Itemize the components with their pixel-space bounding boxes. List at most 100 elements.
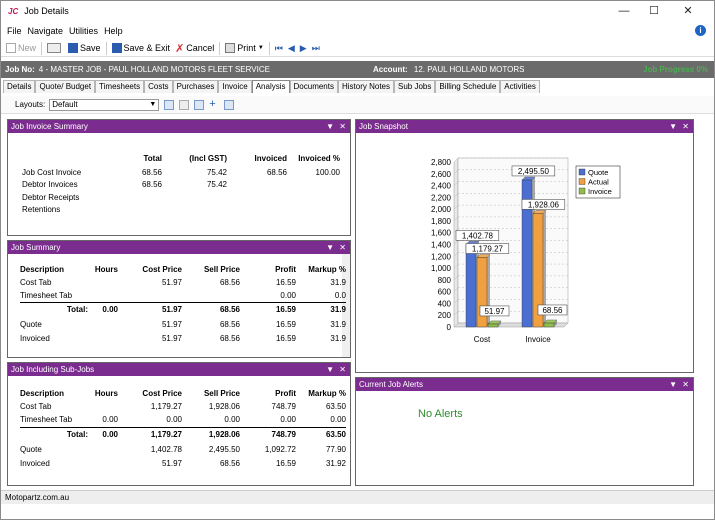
tab-costs[interactable]: Costs [144, 80, 173, 93]
last-record-icon[interactable]: ⏭ [312, 43, 320, 54]
new-button[interactable]: New [6, 43, 36, 53]
column-header: Cost Price [142, 265, 182, 274]
cell [227, 179, 287, 192]
y-tick-label: 800 [438, 276, 452, 285]
panel-close-icon[interactable]: ✕ [339, 363, 346, 376]
menu-file[interactable]: File [7, 26, 22, 36]
tab-history-notes[interactable]: History Notes [337, 80, 394, 93]
bar-invoice [543, 322, 555, 328]
help-icon[interactable]: i [695, 25, 706, 36]
toolbar-divider [41, 41, 43, 55]
panel-title: Job Including Sub-Jobs [11, 365, 95, 374]
table-header-row: Total (Incl GST) Invoiced Invoiced % [22, 151, 340, 166]
layouts-select[interactable]: Default ▼ [49, 98, 160, 111]
cell [287, 179, 340, 192]
panel-close-icon[interactable]: ✕ [339, 120, 346, 133]
y-tick-label: 2,000 [431, 205, 452, 214]
minimize-icon[interactable]: — [609, 1, 639, 21]
table-row: Quote 51.97 68.56 16.59 31.9 [20, 319, 346, 329]
tab-strip: Details Quote/ Budget Timesheets Costs P… [3, 80, 540, 93]
y-tick-label: 1,600 [431, 229, 452, 238]
panel-menu-icon[interactable]: ▼ [326, 363, 334, 376]
column-header: Sell Price [203, 388, 240, 398]
print-icon [225, 43, 236, 53]
legend-label: Actual [588, 178, 609, 187]
menu-bar: File Navigate Utilities Help [1, 23, 714, 39]
tab-invoice[interactable]: Invoice [218, 80, 252, 93]
column-header: Markup % [308, 265, 346, 274]
column-header: Description [20, 388, 65, 398]
status-bar: Motopartz.com.au [1, 490, 714, 504]
save-exit-icon [111, 43, 122, 53]
table-row: Invoiced 51.97 68.56 16.59 31.9 [20, 333, 346, 343]
table-row: Timesheet Tab 0.00 0.00 0.00 0.00 0.00 [20, 413, 346, 427]
cell: 75.42 [206, 167, 227, 177]
column-header: (Incl GST) [189, 154, 227, 163]
panel-close-icon[interactable]: ✕ [682, 120, 689, 133]
tab-quote-budget[interactable]: Quote/ Budget [35, 80, 96, 93]
menu-utilities[interactable]: Utilities [69, 26, 98, 36]
menu-help[interactable]: Help [104, 26, 123, 36]
tab-documents[interactable]: Documents [289, 80, 338, 93]
title-bar: JC Job Details — ☐ ✕ [1, 1, 714, 21]
add-widget-icon[interactable]: + [209, 98, 219, 110]
account-value: 12. PAUL HOLLAND MOTORS [413, 65, 525, 74]
panel-menu-icon[interactable]: ▼ [326, 120, 334, 133]
menu-navigate[interactable]: Navigate [28, 26, 64, 36]
tab-details[interactable]: Details [3, 80, 36, 93]
panel-close-icon[interactable]: ✕ [682, 378, 689, 391]
job-snapshot-chart: 0 200 400 600 800 1,000 1,200 1,400 1,600 1,800 2,… [431, 157, 621, 344]
data-label: 51.97 [484, 307, 505, 316]
delete-layout-icon[interactable] [179, 99, 190, 110]
tab-timesheets[interactable]: Timesheets [95, 80, 145, 93]
job-details-window: JC Job Details — ☐ ✕ File Navigate Utili… [0, 0, 715, 520]
maximize-icon[interactable]: ☐ [639, 1, 669, 21]
job-alerts-panel: Current Job Alerts ▼ ✕ No Alerts [355, 377, 694, 486]
job-info-bar: Job No: 4 - MASTER JOB - PAUL HOLLAND MO… [1, 61, 714, 78]
table-header-row: Description Hours Cost Price Sell Price … [20, 263, 346, 276]
save-exit-button[interactable]: Save & Exit [111, 43, 170, 53]
y-tick-label: 1,800 [431, 217, 452, 226]
legend-label: Invoice [588, 187, 612, 196]
table-row: Timesheet Tab 0.00 0.0 [20, 289, 346, 302]
save-layout-icon[interactable] [164, 99, 175, 110]
x-tick-label: Invoice [525, 335, 551, 344]
grid-layout-icon[interactable] [194, 99, 205, 110]
job-invoice-summary-panel: Job Invoice Summary ▼ ✕ Total (Incl GST) I… [7, 119, 351, 236]
grid-icon [47, 43, 62, 53]
cancel-button[interactable]: ✗ Cancel [175, 42, 214, 55]
tab-activities[interactable]: Activities [500, 80, 540, 93]
column-header: Sell Price [203, 265, 240, 274]
legend-swatch [578, 168, 586, 176]
panel-title: Job Snapshot [359, 122, 408, 131]
save-button[interactable]: Save [68, 43, 101, 53]
job-summary-panel: Job Summary ▼ ✕ Description Hours Cost Pri… [7, 240, 351, 358]
grid-button[interactable] [47, 43, 63, 53]
y-tick-label: 1,000 [431, 264, 452, 273]
next-record-icon[interactable]: ▶ [300, 43, 307, 54]
close-icon[interactable]: ✕ [673, 1, 703, 21]
no-alerts-message: No Alerts [418, 408, 463, 420]
panel-close-icon[interactable]: ✕ [339, 241, 346, 254]
panel-header: Current Job Alerts ▼ ✕ [356, 378, 693, 391]
tab-purchases[interactable]: Purchases [172, 80, 219, 93]
tab-billing-schedule[interactable]: Billing Schedule [435, 80, 501, 93]
panel-menu-icon[interactable]: ▼ [669, 120, 677, 133]
panel-header: Job Invoice Summary ▼ ✕ [8, 120, 350, 133]
panel-menu-icon[interactable]: ▼ [326, 241, 334, 254]
column-header: Invoiced [254, 154, 287, 163]
tab-sub-jobs[interactable]: Sub Jobs [394, 80, 436, 93]
panel-menu-icon[interactable]: ▼ [669, 378, 677, 391]
print-button[interactable]: Print ▼ [225, 43, 264, 53]
total-row: Total: 0.00 1,179.27 1,928.06 748.79 63.50 [66, 430, 346, 440]
previous-record-icon[interactable]: ◀ [288, 43, 295, 54]
widget-menu-icon[interactable] [224, 99, 235, 110]
row-label: Job Cost Invoice [22, 167, 82, 177]
chevron-down-icon: ▼ [149, 100, 157, 108]
first-record-icon[interactable]: ⏮ [275, 43, 283, 54]
data-label: 1,179.27 [472, 245, 504, 254]
job-summary-table: Description Hours Cost Price Sell Price … [20, 263, 346, 345]
table-row: Retentions [22, 204, 340, 217]
data-label: 1,402.78 [462, 231, 494, 240]
tab-analysis[interactable]: Analysis [251, 80, 290, 93]
